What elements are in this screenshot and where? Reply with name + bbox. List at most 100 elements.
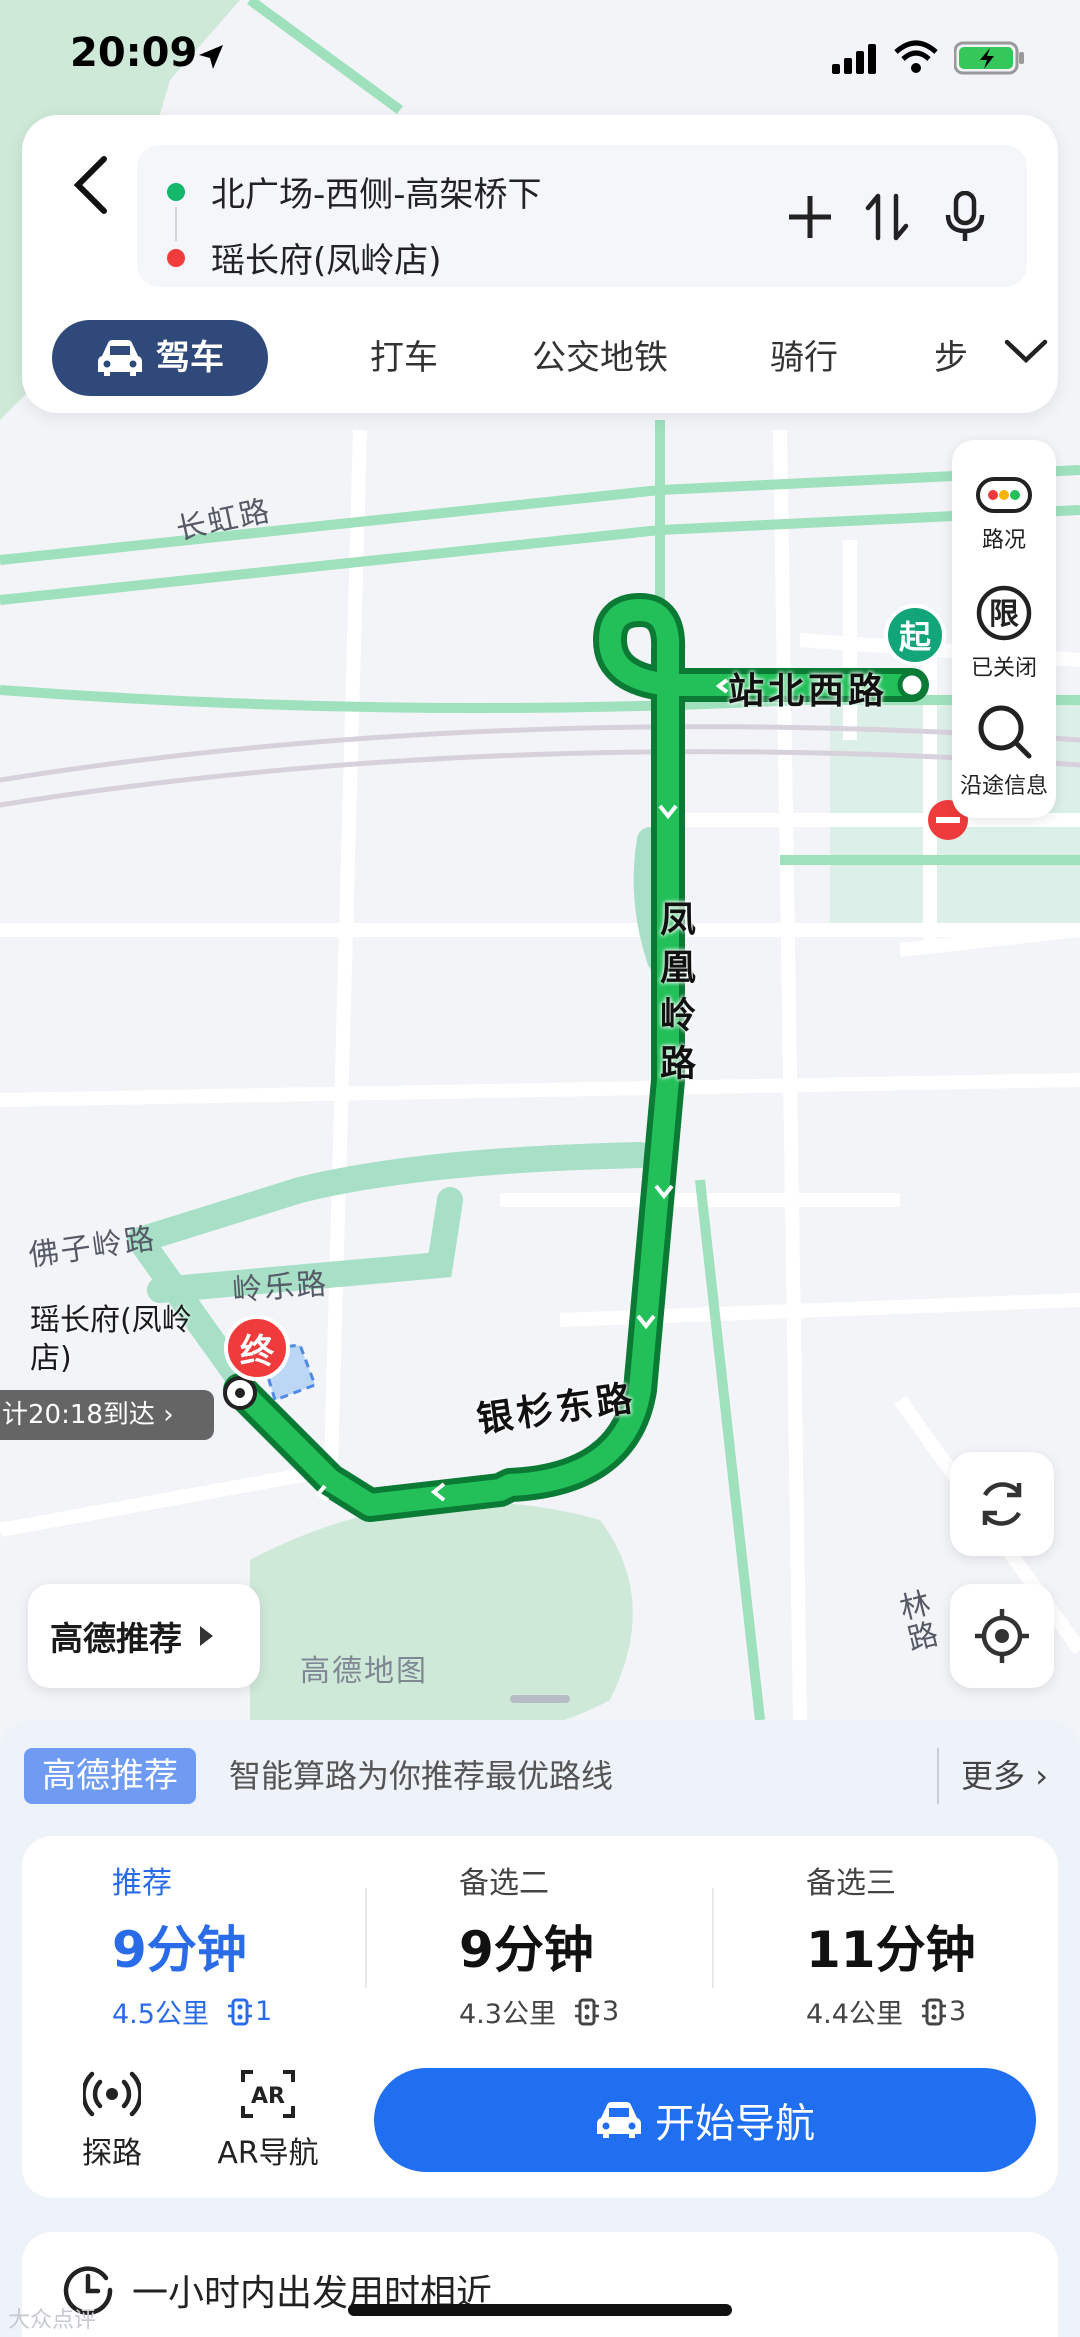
eta-bubble[interactable]: 计20:18到达 › (0, 1390, 214, 1440)
plus-icon (789, 196, 831, 238)
road-label-zhanbeixi: 站北西路 (728, 671, 889, 712)
traffic-light-icon (976, 477, 1032, 513)
destination-text: 瑶长府(凤岭店) (211, 241, 442, 281)
ar-nav-label: AR导航 (217, 2136, 319, 2171)
route-input-box: 北广场-西侧-高架桥下 瑶长府(凤岭店) (137, 145, 1027, 287)
traffic-light-icon (227, 1998, 252, 2025)
back-arrow-icon (73, 156, 107, 214)
destination-dot-icon (167, 248, 185, 267)
swap-button[interactable] (859, 185, 915, 249)
start-marker[interactable]: 起 (884, 604, 946, 666)
route-option-meta: 4.3公里 3 (459, 1992, 779, 2031)
route-option-1[interactable]: 推荐 9分钟 4.5公里 1 (112, 1858, 432, 2031)
sheet-drag-handle[interactable] (510, 1695, 570, 1703)
divider (712, 1888, 714, 1988)
recommend-tip-text: 智能算路为你推荐最优路线 (229, 1757, 614, 1795)
recommend-badge: 高德推荐 (24, 1748, 196, 1804)
traffic-label: 路况 (981, 528, 1026, 553)
play-arrow-icon (200, 1626, 213, 1646)
start-navigation-label: 开始导航 (655, 2101, 815, 2147)
road-label-lingle: 岭乐路 (231, 1266, 330, 1309)
restriction-label: 已关闭 (970, 656, 1037, 681)
radar-icon (81, 2071, 143, 2117)
ar-nav-button[interactable]: AR AR导航 (208, 2068, 328, 2172)
signal-icon (832, 44, 876, 74)
tab-transit[interactable]: 公交地铁 (532, 320, 668, 396)
map-watermark: 高德地图 (300, 1654, 428, 1689)
tab-walk[interactable]: 步 (934, 320, 974, 396)
restriction-icon: 限 (976, 585, 1032, 641)
route-option-duration: 9分钟 (459, 1921, 594, 1979)
along-route-label: 沿途信息 (959, 774, 1048, 799)
route-option-meta: 4.5公里 1 (112, 1992, 432, 2031)
origin-field[interactable]: 北广场-西侧-高架桥下 (167, 167, 542, 216)
route-search-card: 北广场-西侧-高架桥下 瑶长府(凤岭店) 驾车 打车 公交地铁 骑行 步 (22, 115, 1058, 413)
chevron-right-icon: › (163, 1400, 174, 1430)
voice-button[interactable] (937, 185, 993, 249)
tab-drive-label: 驾车 (156, 338, 224, 378)
swap-icon (865, 193, 909, 241)
destination-label[interactable]: 瑶长府(凤岭店) (30, 1302, 230, 1378)
traffic-toggle[interactable]: 路况 (952, 476, 1056, 554)
route-option-tag: 备选二 (459, 1866, 549, 1901)
recommend-chip[interactable]: 高德推荐 (28, 1584, 260, 1688)
battery-icon (954, 41, 1024, 75)
corner-watermark: 大众点评 (8, 2308, 97, 2333)
route-option-duration: 11分钟 (806, 1921, 976, 1979)
svg-text:限: 限 (989, 597, 1019, 632)
tab-taxi[interactable]: 打车 (370, 320, 438, 396)
restriction-toggle[interactable]: 限 已关闭 (952, 584, 1056, 682)
route-options-card: 推荐 9分钟 4.5公里 1 备选二 9分钟 4.3公里 3 备选三 11分钟 … (22, 1836, 1058, 2198)
route-option-lights: 3 (601, 1996, 620, 2027)
route-option-distance: 4.5公里 (112, 1999, 209, 2030)
refresh-icon (982, 1482, 1022, 1526)
divider (365, 1888, 367, 1988)
tab-bike[interactable]: 骑行 (770, 320, 838, 396)
destination-field[interactable]: 瑶长府(凤岭店) (167, 233, 442, 282)
locate-icon (975, 1609, 1029, 1663)
route-option-meta: 4.4公里 3 (806, 1992, 1080, 2031)
route-option-2[interactable]: 备选二 9分钟 4.3公里 3 (459, 1858, 779, 2031)
car-icon (597, 2102, 641, 2138)
route-option-3[interactable]: 备选三 11分钟 4.4公里 3 (806, 1858, 1080, 2031)
chevron-right-icon: › (1035, 1757, 1048, 1795)
car-icon (98, 340, 142, 376)
status-bar: 20:09 (0, 30, 1080, 90)
map-tool-panel: 路况 限 已关闭 沿途信息 (952, 440, 1056, 818)
add-stop-button[interactable] (782, 185, 838, 249)
expand-modes-button[interactable] (1004, 338, 1048, 370)
explore-button[interactable]: 探路 (52, 2068, 172, 2172)
more-label: 更多 (961, 1757, 1026, 1795)
travel-mode-tabs: 驾车 打车 公交地铁 骑行 步 (52, 320, 1048, 396)
locate-button[interactable] (950, 1584, 1054, 1688)
refresh-route-button[interactable] (950, 1452, 1054, 1556)
eta-text: 计20:18到达 (2, 1400, 155, 1430)
along-route-button[interactable]: 沿途信息 (952, 702, 1056, 800)
route-option-lights: 3 (948, 1996, 967, 2027)
departure-time-card[interactable]: 一小时内出发用时相近 (22, 2232, 1058, 2337)
start-navigation-button[interactable]: 开始导航 (374, 2068, 1036, 2172)
search-icon (978, 705, 1032, 759)
traffic-light-icon (921, 1998, 946, 2025)
microphone-icon (945, 191, 985, 241)
wifi-icon (894, 40, 938, 73)
location-arrow-icon (199, 45, 223, 69)
chevron-down-icon (1004, 339, 1048, 364)
route-option-distance: 4.4公里 (806, 1999, 903, 2030)
route-option-lights: 1 (254, 1996, 273, 2027)
explore-label: 探路 (82, 2136, 142, 2171)
back-button[interactable] (52, 145, 132, 225)
more-button[interactable]: 更多 › (937, 1748, 1048, 1804)
home-indicator[interactable] (348, 2304, 732, 2316)
road-label-fenghuangling: 凤凰岭路 (654, 900, 695, 1092)
tab-drive[interactable]: 驾车 (52, 320, 268, 396)
recommend-tip-row: 高德推荐 智能算路为你推荐最优路线 更多 › (24, 1748, 1064, 1804)
route-option-distance: 4.3公里 (459, 1999, 556, 2030)
svg-text:AR: AR (251, 2084, 285, 2109)
traffic-light-icon (574, 1998, 599, 2025)
route-sheet: 高德推荐 智能算路为你推荐最优路线 更多 › 推荐 9分钟 4.5公里 1 备选… (0, 1720, 1080, 2337)
recommend-chip-label: 高德推荐 (50, 1619, 182, 1658)
origin-dot-icon (167, 182, 185, 201)
end-marker[interactable]: 终 (224, 1315, 290, 1381)
route-option-tag: 推荐 (112, 1866, 172, 1901)
